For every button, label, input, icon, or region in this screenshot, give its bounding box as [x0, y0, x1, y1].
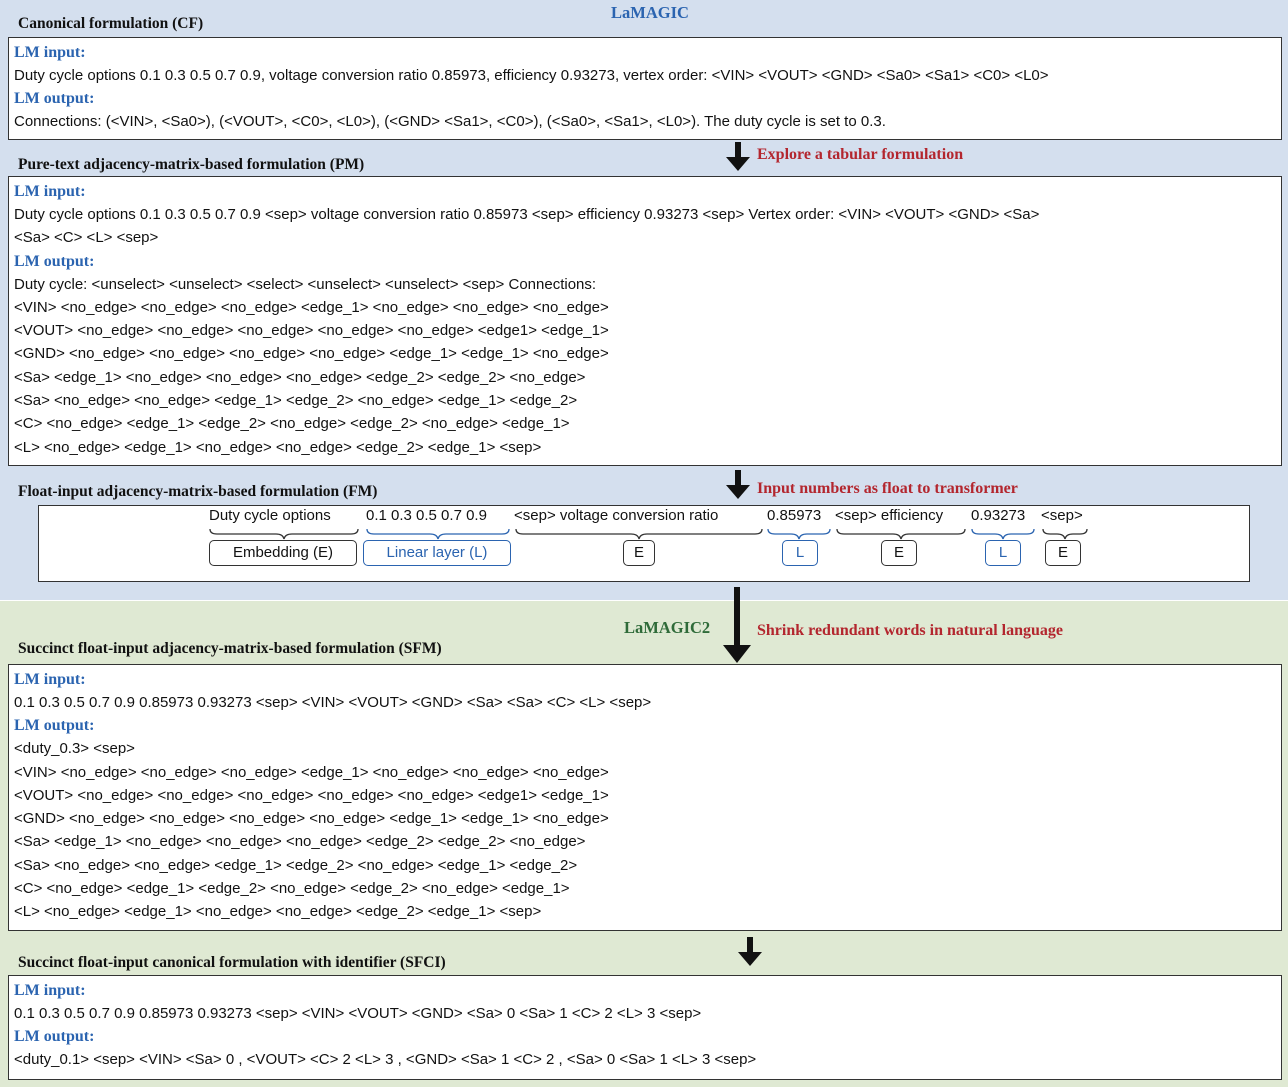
pm-output-line: <GND> <no_edge> <no_edge> <no_edge> <no_…	[14, 345, 609, 363]
lamagic2-label: LaMAGIC2	[624, 618, 711, 637]
down-arrow-icon	[726, 470, 750, 499]
curly-brace-icon	[515, 528, 763, 540]
sfm-output-line: <VIN> <no_edge> <no_edge> <no_edge> <edg…	[14, 763, 609, 781]
pm-output-line: <C> <no_edge> <edge_1> <edge_2> <no_edge…	[14, 415, 570, 433]
pm-input-line: <Sa> <C> <L> <sep>	[14, 229, 159, 247]
lamagic-label: LaMAGIC	[611, 3, 689, 22]
sfci-output-label: LM output:	[14, 1028, 95, 1046]
pm-title: Pure-text adjacency-matrix-based formula…	[18, 156, 365, 173]
curly-brace-icon	[836, 528, 966, 540]
sfm-output-label: LM output:	[14, 717, 95, 735]
fm-segment: <sep>	[1041, 507, 1083, 524]
sfm-output-line: <VOUT> <no_edge> <no_edge> <no_edge> <no…	[14, 786, 609, 804]
pm-output-line: <VOUT> <no_edge> <no_edge> <no_edge> <no…	[14, 322, 609, 340]
fm-tag-e: E	[623, 540, 655, 566]
fm-segment: 0.93273	[971, 507, 1026, 524]
sfm-output-line: <Sa> <edge_1> <no_edge> <no_edge> <no_ed…	[14, 833, 586, 851]
fm-tag-l: L	[985, 540, 1021, 566]
fm-segment: <sep> efficiency	[835, 507, 944, 524]
sfm-output-line: <duty_0.3> <sep>	[14, 740, 135, 758]
sfci-input-label: LM input:	[14, 982, 86, 999]
curly-brace-icon	[209, 528, 359, 540]
sfm-input-label: LM input:	[14, 671, 86, 688]
cf-input-label: LM input:	[14, 44, 86, 61]
curly-brace-icon	[366, 528, 510, 540]
down-arrow-icon	[738, 937, 762, 966]
sfm-output-line: <L> <no_edge> <edge_1> <no_edge> <no_edg…	[14, 903, 542, 921]
sfm-output-line: <Sa> <no_edge> <no_edge> <edge_1> <edge_…	[14, 856, 578, 874]
pm-output-label: LM output:	[14, 252, 95, 270]
down-arrow-icon	[723, 587, 751, 663]
curly-brace-icon	[1042, 528, 1088, 540]
sfm-box: LM input: 0.1 0.3 0.5 0.7 0.9 0.85973 0.…	[8, 664, 1282, 931]
pm-output-line: <Sa> <edge_1> <no_edge> <no_edge> <no_ed…	[14, 368, 586, 386]
curly-brace-icon	[767, 528, 831, 540]
pm-box: LM input: Duty cycle options 0.1 0.3 0.5…	[8, 176, 1282, 466]
curly-brace-icon	[971, 528, 1035, 540]
pm-output-line: <L> <no_edge> <edge_1> <no_edge> <no_edg…	[14, 438, 542, 456]
sfci-input-line: 0.1 0.3 0.5 0.7 0.9 0.85973 0.93273 <sep…	[14, 1005, 702, 1022]
pm-arrow-note: Explore a tabular formulation	[757, 146, 964, 163]
cf-input-text: Duty cycle options 0.1 0.3 0.5 0.7 0.9, …	[14, 67, 1049, 84]
pm-input-line: Duty cycle options 0.1 0.3 0.5 0.7 0.9 <…	[14, 206, 1040, 223]
pm-output-line: <VIN> <no_edge> <no_edge> <no_edge> <edg…	[14, 298, 609, 316]
pm-output-line: <Sa> <no_edge> <no_edge> <edge_1> <edge_…	[14, 392, 578, 410]
sfci-title: Succinct float-input canonical formulati…	[18, 954, 446, 971]
fm-arrow-note: Input numbers as float to transformer	[757, 480, 1018, 497]
fm-segment: 0.1 0.3 0.5 0.7 0.9	[366, 507, 487, 524]
sfm-output-line: <C> <no_edge> <edge_1> <edge_2> <no_edge…	[14, 880, 570, 898]
pm-input-label: LM input:	[14, 183, 86, 200]
fm-segment: Duty cycle options	[209, 507, 331, 524]
fm-title: Float-input adjacency-matrix-based formu…	[18, 483, 378, 500]
cf-box: LM input: Duty cycle options 0.1 0.3 0.5…	[8, 37, 1282, 140]
sfm-arrow-note: Shrink redundant words in natural langua…	[757, 622, 1064, 639]
fm-tag-embedding: Embedding (E)	[209, 540, 357, 566]
sfci-output-line: <duty_0.1> <sep> <VIN> <Sa> 0 , <VOUT> <…	[14, 1051, 757, 1069]
down-arrow-icon	[726, 142, 750, 171]
sfm-title: Succinct float-input adjacency-matrix-ba…	[18, 640, 442, 657]
cf-output-text: Connections: (<VIN>, <Sa0>), (<VOUT>, <C…	[14, 113, 886, 131]
fm-tag-e: E	[881, 540, 917, 566]
fm-box: Duty cycle options 0.1 0.3 0.5 0.7 0.9 <…	[38, 505, 1250, 582]
sfm-input-line: 0.1 0.3 0.5 0.7 0.9 0.85973 0.93273 <sep…	[14, 694, 652, 711]
fm-segment: 0.85973	[767, 507, 822, 524]
fm-tag-linear: Linear layer (L)	[363, 540, 511, 566]
sfm-output-line: <GND> <no_edge> <no_edge> <no_edge> <no_…	[14, 810, 609, 828]
fm-tag-e: E	[1045, 540, 1081, 566]
pm-output-line: Duty cycle: <unselect> <unselect> <selec…	[14, 275, 597, 293]
fm-segment: <sep> voltage conversion ratio	[514, 507, 719, 524]
fm-tag-l: L	[782, 540, 818, 566]
sfci-box: LM input: 0.1 0.3 0.5 0.7 0.9 0.85973 0.…	[8, 975, 1282, 1080]
cf-title: Canonical formulation (CF)	[18, 15, 204, 32]
cf-output-label: LM output:	[14, 90, 95, 108]
